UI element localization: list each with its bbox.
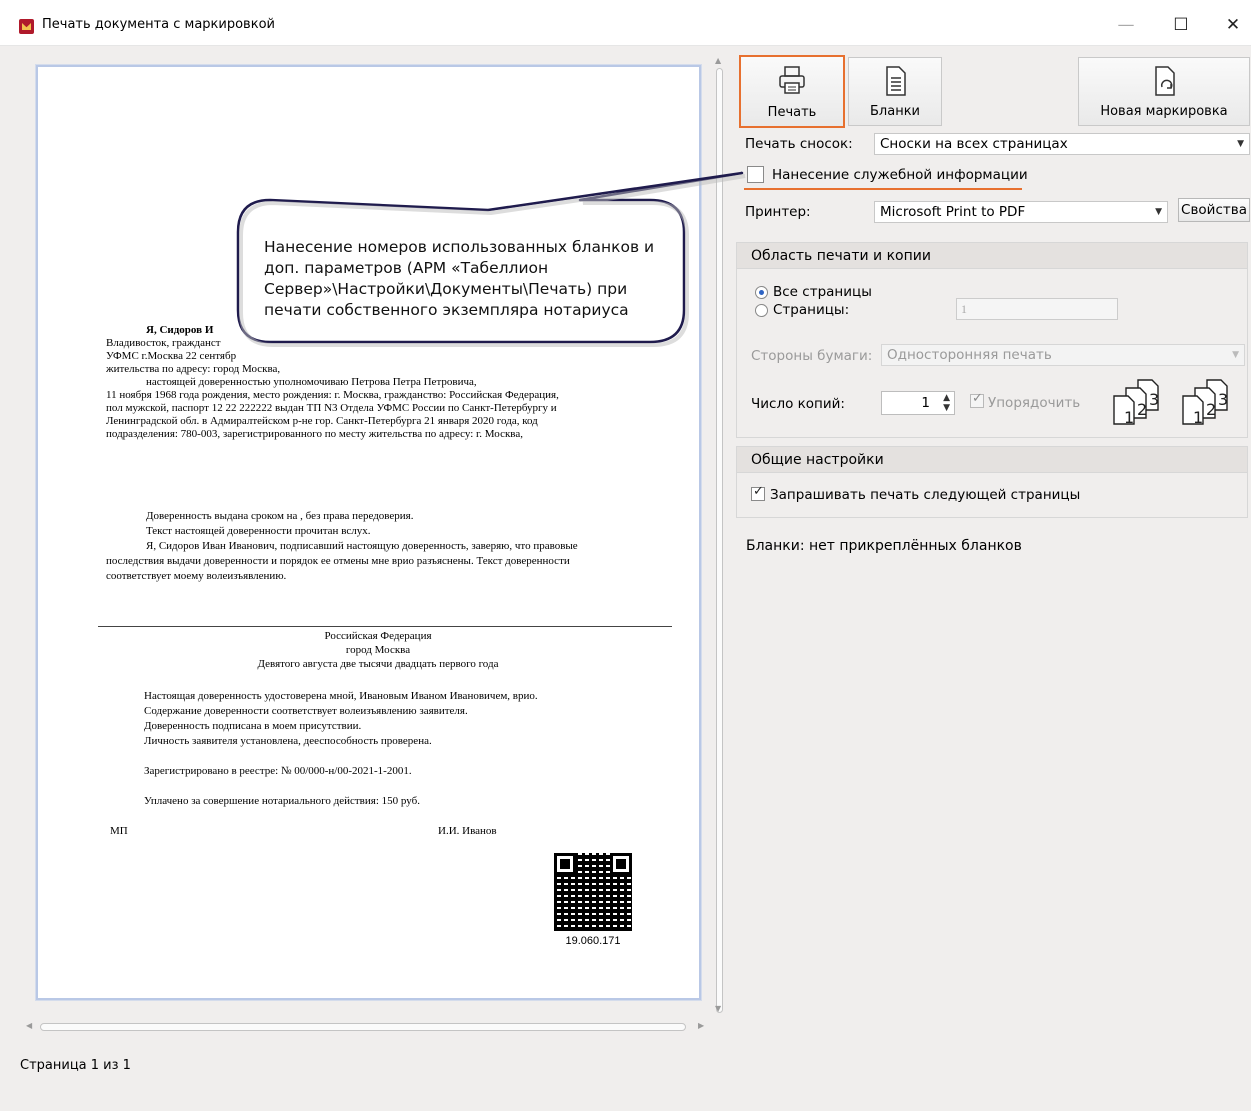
scrollbar-thumb[interactable] — [716, 68, 723, 1013]
new-marking-label: Новая маркировка — [1100, 104, 1228, 119]
printer-label: Принтер: — [745, 204, 811, 220]
document-icon — [886, 66, 906, 96]
vertical-scrollbar[interactable]: ▲ ▼ — [712, 56, 726, 1018]
copies-stepper[interactable]: 1 ▲ ▼ — [881, 391, 955, 415]
svg-text:3: 3 — [1218, 390, 1228, 409]
doc-text: Текст настоящей доверенности прочитан вс… — [146, 525, 371, 537]
document-refresh-icon — [1155, 66, 1175, 96]
all-pages-radio[interactable] — [755, 286, 768, 299]
app-logo-icon — [19, 19, 34, 34]
collate-label: Упорядочить — [988, 395, 1081, 411]
chevron-down-icon: ▼ — [1155, 207, 1162, 217]
close-button[interactable]: ✕ — [1218, 13, 1248, 37]
general-settings-header: Общие настройки — [737, 447, 1247, 473]
callout-text: Нанесение номеров использованных бланков… — [264, 238, 655, 319]
copies-value: 1 — [921, 395, 930, 411]
sides-label: Стороны бумаги: — [751, 348, 873, 364]
sides-value: Односторонняя печать — [887, 347, 1052, 363]
spinner-arrows-icon: ▲ ▼ — [943, 393, 950, 413]
collate-checkbox[interactable]: ✓ — [970, 391, 984, 408]
qr-number: 19.060.171 — [565, 935, 621, 947]
doc-text: Зарегистрировано в реестре: № 00/000-н/0… — [144, 765, 412, 777]
chevron-down-icon: ▼ — [1232, 350, 1239, 360]
all-pages-label: Все страницы — [773, 284, 872, 300]
ask-next-page-checkbox[interactable]: ✓ — [751, 484, 765, 501]
blanks-status: Бланки: нет прикреплённых бланков — [746, 538, 1022, 554]
window-title: Печать документа с маркировкой — [42, 17, 275, 32]
svg-text:1: 1 — [1193, 408, 1203, 426]
page-status: Страница 1 из 1 — [20, 1058, 131, 1073]
doc-text: Уплачено за совершение нотариального дей… — [144, 795, 420, 807]
footnotes-select[interactable]: Сноски на всех страницах ▼ — [874, 133, 1250, 155]
blanks-label: Бланки — [870, 104, 920, 119]
print-button[interactable]: Печать — [739, 55, 845, 128]
general-settings-group: Общие настройки — [736, 446, 1248, 518]
doc-text: пол мужской, паспорт 12 22 222222 выдан … — [106, 402, 557, 414]
doc-text: настоящей доверенностью уполномочиваю Пе… — [146, 376, 477, 388]
svg-text:2: 2 — [1137, 400, 1147, 419]
printer-select[interactable]: Microsoft Print to PDF ▼ — [874, 201, 1168, 223]
doc-text: Российская Федерация — [324, 630, 432, 642]
doc-text: Доверенность подписана в моем присутстви… — [144, 720, 362, 732]
doc-text: Доверенность выдана сроком на , без прав… — [146, 510, 414, 522]
print-label: Печать — [767, 105, 817, 120]
doc-text: Девятого августа две тысячи двадцать пер… — [257, 658, 499, 670]
printer-icon — [779, 66, 805, 94]
doc-text: Содержание доверенности соответствует во… — [144, 705, 468, 717]
check-icon: ✓ — [753, 484, 764, 499]
svg-text:2: 2 — [1206, 400, 1216, 419]
scrollbar-thumb[interactable] — [40, 1023, 686, 1031]
highlight-underline — [744, 188, 1022, 190]
blanks-button[interactable]: Бланки — [848, 57, 942, 126]
document-page: Я, Сидоров И Владивосток, гражданст УФМС… — [36, 65, 701, 1000]
doc-text: Владивосток, гражданст — [106, 337, 221, 349]
title-bar: Печать документа с маркировкой — ☐ ✕ — [0, 0, 1251, 46]
doc-divider — [98, 626, 672, 627]
chevron-down-icon: ▼ — [1237, 139, 1244, 149]
doc-text: соответствует моему волеизъявлению. — [106, 570, 287, 582]
scroll-left-icon[interactable]: ◀ — [26, 1021, 32, 1030]
document-preview: Я, Сидоров И Владивосток, гражданст УФМС… — [14, 52, 712, 1036]
copies-label: Число копий: — [751, 396, 845, 412]
maximize-button[interactable]: ☐ — [1166, 13, 1196, 37]
doc-text: Я, Сидоров Иван Иванович, подписавший на… — [146, 540, 578, 552]
collated-pages-icon: 1 2 3 — [1113, 379, 1159, 426]
pages-input[interactable]: 1 — [956, 298, 1118, 320]
pages-radio[interactable] — [755, 304, 768, 317]
doc-text: МП — [110, 825, 128, 837]
ask-next-page-label: Запрашивать печать следующей страницы — [770, 487, 1081, 503]
scroll-up-icon[interactable]: ▲ — [715, 56, 721, 65]
print-area-header: Область печати и копии — [737, 243, 1247, 269]
service-info-label: Нанесение служебной информации — [772, 167, 1028, 183]
footnotes-label: Печать сносок: — [745, 136, 853, 152]
minimize-button[interactable]: — — [1111, 13, 1141, 37]
doc-text: жительства по адресу: город Москва, — [106, 363, 281, 375]
doc-text: Настоящая доверенность удостоверена мной… — [144, 690, 538, 702]
service-info-checkbox[interactable] — [747, 166, 764, 183]
pages-label: Страницы: — [773, 302, 850, 318]
scroll-down-icon[interactable]: ▼ — [715, 1004, 721, 1013]
doc-text: 11 ноября 1968 года рождения, место рожд… — [106, 389, 559, 401]
printer-value: Microsoft Print to PDF — [880, 204, 1026, 220]
new-marking-button[interactable]: Новая маркировка — [1078, 57, 1250, 126]
doc-text: подразделения: 780-003, зарегистрированн… — [106, 428, 523, 440]
collated-pages-icon: 1 2 3 — [1182, 379, 1228, 426]
footnotes-value: Сноски на всех страницах — [880, 136, 1068, 152]
svg-text:1: 1 — [1124, 408, 1134, 426]
scroll-right-icon[interactable]: ▶ — [698, 1021, 704, 1030]
doc-text: последствия выдачи доверенности и порядо… — [106, 555, 570, 567]
qr-code-icon — [554, 853, 632, 931]
doc-text: УФМС г.Москва 22 сентябр — [106, 350, 237, 362]
doc-text: Ленинградской обл. в Адмиралтейском р-не… — [106, 415, 538, 427]
printer-properties-button[interactable]: Свойства — [1178, 198, 1250, 222]
doc-text: Я, Сидоров И — [146, 324, 214, 336]
check-icon: ✓ — [972, 391, 983, 406]
doc-text: Личность заявителя установлена, дееспосо… — [144, 735, 432, 747]
horizontal-scrollbar[interactable]: ◀ ▶ — [24, 1020, 712, 1034]
svg-text:3: 3 — [1149, 390, 1159, 409]
doc-text: И.И. Иванов — [438, 825, 497, 837]
doc-text: город Москва — [345, 644, 411, 656]
sides-select[interactable]: Односторонняя печать ▼ — [881, 344, 1245, 366]
